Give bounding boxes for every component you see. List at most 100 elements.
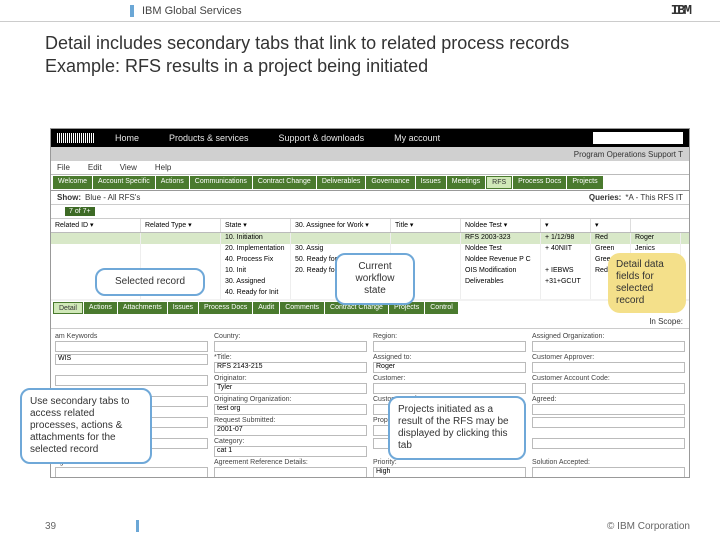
form-field: Customer Account Code: — [532, 375, 685, 394]
subtab-audit[interactable]: Audit — [253, 302, 279, 314]
tab-projects[interactable]: Projects — [567, 176, 602, 189]
form-input[interactable] — [532, 383, 685, 394]
footer-accent — [136, 520, 139, 532]
tab-welcome[interactable]: Welcome — [53, 176, 92, 189]
form-input[interactable] — [55, 375, 208, 386]
form-input[interactable] — [55, 467, 208, 478]
form-input[interactable]: test org — [214, 404, 367, 415]
tab-governance[interactable]: Governance — [366, 176, 414, 189]
brand-text: IBM Global Services — [130, 5, 242, 17]
callout-detail-fields: Detail data fields for selected record — [608, 253, 686, 313]
form-field: Assigned Organization: — [532, 333, 685, 352]
col-header[interactable]: Related Type ▾ — [141, 219, 221, 232]
form-input[interactable]: Roger — [373, 362, 526, 373]
grid-header: Related ID ▾Related Type ▾State ▾30. Ass… — [51, 219, 689, 233]
form-input[interactable]: WIS — [55, 354, 208, 365]
form-input[interactable]: High — [373, 467, 526, 478]
tab-rfs[interactable]: RFS — [486, 176, 512, 189]
menu-edit[interactable]: Edit — [88, 163, 102, 172]
tab-account-specific[interactable]: Account Specific — [93, 176, 155, 189]
form-field: Originating Organization:test org — [214, 396, 367, 415]
queries-value[interactable]: *A - This RFS IT — [625, 193, 683, 202]
ibm-logo: IBM — [671, 3, 690, 19]
form-input[interactable] — [373, 383, 526, 394]
form-field: Request Submitted:2001-07 — [214, 417, 367, 436]
nav-account[interactable]: My account — [394, 133, 440, 143]
form-input[interactable] — [55, 341, 208, 352]
form-input[interactable] — [532, 438, 685, 449]
subtab-detail[interactable]: Detail — [53, 302, 83, 314]
slide-header: IBM Global Services IBM — [0, 0, 720, 22]
subtab-comments[interactable]: Comments — [280, 302, 324, 314]
subtab-process-docs[interactable]: Process Docs — [199, 302, 252, 314]
subtab-issues[interactable]: Issues — [168, 302, 198, 314]
ibm-logo-small — [57, 133, 95, 143]
show-label: Show: — [57, 193, 81, 202]
col-header[interactable]: Noldee Test ▾ — [461, 219, 541, 232]
callout-workflow-state: Current workflow state — [335, 253, 415, 305]
table-row[interactable]: 10. InitiationRFS 2003-323+ 1/12/98RedRo… — [51, 233, 689, 244]
form-field: Country: — [214, 333, 367, 352]
count-row: 7 of 7+ — [51, 205, 689, 219]
show-value[interactable]: Blue - All RFS's — [85, 193, 140, 202]
menu-bar: File Edit View Help — [51, 161, 689, 175]
col-header[interactable]: 30. Assignee for Work ▾ — [291, 219, 391, 232]
menu-help[interactable]: Help — [155, 163, 171, 172]
subtab-control[interactable]: Control — [425, 302, 458, 314]
form-field: Agreement Reference Details: — [214, 459, 367, 478]
top-nav: Home Products & services Support & downl… — [115, 133, 440, 143]
form-field — [532, 417, 685, 436]
subtab-attachments[interactable]: Attachments — [118, 302, 167, 314]
form-input[interactable]: cat 1 — [214, 446, 367, 457]
col-header[interactable]: Title ▾ — [391, 219, 461, 232]
form-input[interactable]: 2001-07 — [214, 425, 367, 436]
subtab-actions[interactable]: Actions — [84, 302, 117, 314]
tab-communications[interactable]: Communications — [190, 176, 252, 189]
tab-process-docs[interactable]: Process Docs — [513, 176, 566, 189]
form-field: Category:cat 1 — [214, 438, 367, 457]
form-field: Assigned to:Roger — [373, 354, 526, 373]
tab-issues[interactable]: Issues — [416, 176, 446, 189]
nav-products[interactable]: Products & services — [169, 133, 249, 143]
nav-home[interactable]: Home — [115, 133, 139, 143]
callout-secondary-tabs: Use secondary tabs to access related pro… — [20, 388, 152, 464]
program-title: Program Operations Support T — [574, 150, 683, 159]
filter-row: Show: Blue - All RFS's Queries: *A - Thi… — [51, 191, 689, 205]
scope-row: In Scope: — [51, 315, 689, 329]
breadcrumb-bar: Program Operations Support T — [51, 147, 689, 161]
tab-actions[interactable]: Actions — [156, 176, 189, 189]
form-field — [532, 438, 685, 457]
menu-file[interactable]: File — [57, 163, 70, 172]
form-field: Region: — [373, 333, 526, 352]
search-input[interactable] — [593, 132, 683, 144]
menu-view[interactable]: View — [120, 163, 137, 172]
form-input[interactable] — [532, 404, 685, 415]
form-field: am Keywords — [55, 333, 208, 352]
form-input[interactable] — [373, 341, 526, 352]
app-topbar: Home Products & services Support & downl… — [51, 129, 689, 147]
form-input[interactable] — [532, 341, 685, 352]
form-input[interactable] — [532, 417, 685, 428]
form-field: Solution Accepted: — [532, 459, 685, 478]
tab-deliverables[interactable]: Deliverables — [317, 176, 366, 189]
nav-support[interactable]: Support & downloads — [279, 133, 365, 143]
form-field: Agreed: — [532, 396, 685, 415]
form-input[interactable]: RFS 2143-215 — [214, 362, 367, 373]
col-header[interactable]: ▾ — [591, 219, 631, 232]
col-header[interactable]: Related ID ▾ — [51, 219, 141, 232]
tab-meetings[interactable]: Meetings — [447, 176, 485, 189]
form-input[interactable] — [532, 362, 685, 373]
slide-title: Detail includes secondary tabs that link… — [0, 22, 720, 81]
col-header[interactable]: State ▾ — [221, 219, 291, 232]
form-input[interactable] — [214, 341, 367, 352]
form-field: Customer: — [373, 375, 526, 394]
form-field: Customer Approver: — [532, 354, 685, 373]
col-header[interactable]: ▾ — [541, 219, 591, 232]
title-line-1: Detail includes secondary tabs that link… — [45, 32, 680, 55]
form-field: *Title:RFS 2143-215 — [214, 354, 367, 373]
tab-contract-change[interactable]: Contract Change — [253, 176, 316, 189]
form-input[interactable] — [532, 467, 685, 478]
form-input[interactable] — [214, 467, 367, 478]
form-input[interactable]: Tyler — [214, 383, 367, 394]
title-line-2: Example: RFS results in a project being … — [45, 55, 680, 78]
